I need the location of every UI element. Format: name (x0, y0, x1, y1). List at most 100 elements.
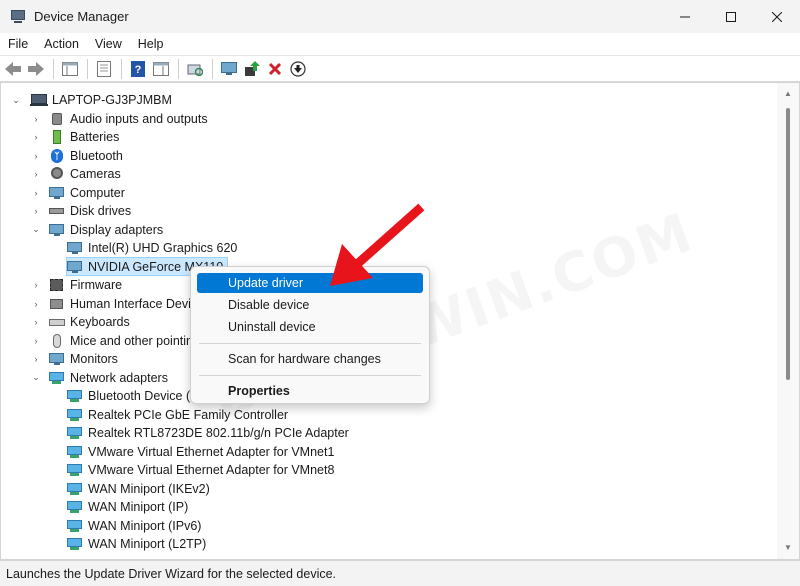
tree-device-intel-graphics[interactable]: Intel(R) UHD Graphics 620 (1, 239, 777, 258)
menu-bar: File Action View Help (0, 33, 800, 55)
tree-category-cameras[interactable]: › Cameras (1, 165, 777, 184)
battery-icon (49, 130, 65, 145)
chevron-down-icon[interactable]: ⌄ (11, 95, 21, 106)
firmware-icon (49, 278, 65, 292)
hid-icon (49, 297, 65, 311)
tree-device-network[interactable]: WAN Miniport (IP) (1, 498, 777, 517)
toolbar-separator (178, 58, 179, 79)
download-button[interactable] (287, 58, 309, 80)
category-label: Monitors (70, 352, 118, 367)
status-bar: Launches the Update Driver Wizard for th… (0, 560, 800, 586)
scroll-down-icon[interactable]: ▼ (782, 543, 794, 553)
category-label: Cameras (70, 167, 121, 182)
device-manager-icon (10, 9, 26, 24)
chevron-right-icon[interactable]: › (31, 336, 41, 346)
chevron-down-icon[interactable]: ⌄ (31, 372, 41, 383)
status-text: Launches the Update Driver Wizard for th… (6, 566, 337, 581)
tree-device-network[interactable]: Realtek RTL8723DE 802.11b/g/n PCIe Adapt… (1, 424, 777, 443)
network-adapter-icon (67, 408, 83, 422)
console-tree-icon (62, 61, 78, 76)
tree-device-network[interactable]: VMware Virtual Ethernet Adapter for VMne… (1, 443, 777, 462)
toolbar: ? (0, 55, 800, 82)
chevron-right-icon[interactable]: › (31, 317, 41, 327)
tree-category-disk-drives[interactable]: › Disk drives (1, 202, 777, 221)
menu-help[interactable]: Help (130, 37, 172, 51)
category-label: Display adapters (70, 222, 164, 237)
chevron-right-icon[interactable]: › (31, 299, 41, 309)
keyboard-icon (49, 315, 65, 329)
category-label: Mice and other pointin (70, 333, 193, 348)
context-menu: Update driver Disable device Uninstall d… (190, 266, 430, 404)
tree-category-computer[interactable]: › Computer (1, 184, 777, 203)
update-driver-toolbar-button[interactable] (241, 58, 263, 80)
category-label: Human Interface Devic (70, 296, 198, 311)
menu-disable-device[interactable]: Disable device (197, 295, 423, 315)
tree-device-network[interactable]: WAN Miniport (L2TP) (1, 535, 777, 554)
maximize-button[interactable] (708, 0, 754, 33)
menu-action[interactable]: Action (36, 37, 87, 51)
network-adapter-icon (67, 519, 83, 533)
monitor-button[interactable] (218, 58, 240, 80)
tree-device-network[interactable]: WAN Miniport (IKEv2) (1, 480, 777, 499)
update-driver-icon (245, 60, 260, 76)
chevron-right-icon[interactable]: › (31, 188, 41, 198)
category-label: Network adapters (70, 370, 168, 385)
category-label: Batteries (70, 130, 120, 145)
bluetooth-icon: ᛉ (49, 148, 65, 163)
properties-button[interactable] (93, 58, 115, 80)
chevron-right-icon[interactable]: › (31, 354, 41, 364)
tree-category-audio[interactable]: › Audio inputs and outputs (1, 110, 777, 129)
scroll-up-icon[interactable]: ▲ (782, 89, 794, 99)
scrollbar-thumb[interactable] (786, 108, 790, 380)
monitor-icon (221, 61, 237, 75)
minimize-button[interactable] (662, 0, 708, 33)
chevron-right-icon[interactable]: › (31, 169, 41, 179)
computer-icon (49, 186, 65, 200)
menu-separator (199, 343, 421, 344)
menu-view[interactable]: View (87, 37, 130, 51)
tree-device-network[interactable]: Realtek PCIe GbE Family Controller (1, 406, 777, 425)
network-adapter-icon (67, 426, 83, 440)
chevron-right-icon[interactable]: › (31, 151, 41, 161)
tree-category-batteries[interactable]: › Batteries (1, 128, 777, 147)
mouse-icon (49, 333, 65, 348)
forward-button[interactable] (25, 58, 47, 80)
menu-file[interactable]: File (0, 37, 36, 51)
laptop-icon (30, 93, 48, 107)
tree-device-network[interactable]: VMware Virtual Ethernet Adapter for VMne… (1, 461, 777, 480)
menu-properties[interactable]: Properties (197, 381, 423, 401)
vertical-scrollbar[interactable]: ▲ ▼ (777, 83, 799, 559)
action-pane-button[interactable] (150, 58, 172, 80)
camera-icon (49, 167, 65, 181)
category-label: Disk drives (70, 204, 132, 219)
tree-category-bluetooth[interactable]: › ᛉ Bluetooth (1, 147, 777, 166)
tree-root[interactable]: ⌄ LAPTOP-GJ3PJMBM (1, 91, 777, 110)
uninstall-icon (268, 62, 282, 75)
display-adapter-icon (49, 223, 65, 237)
tree-category-display-adapters[interactable]: ⌄ Display adapters (1, 221, 777, 240)
tree-device-network[interactable]: WAN Miniport (IPv6) (1, 517, 777, 536)
device-label: Realtek PCIe GbE Family Controller (88, 407, 289, 422)
chevron-down-icon[interactable]: ⌄ (31, 224, 41, 235)
scan-hardware-button[interactable] (184, 58, 206, 80)
chevron-right-icon[interactable]: › (31, 280, 41, 290)
category-label: Keyboards (70, 315, 130, 330)
menu-update-driver[interactable]: Update driver (197, 273, 423, 293)
device-label: WAN Miniport (IKEv2) (88, 481, 210, 496)
toolbar-separator (212, 58, 213, 79)
toolbar-separator (121, 58, 122, 79)
chevron-right-icon[interactable]: › (31, 132, 41, 142)
monitor-icon (49, 352, 65, 366)
console-tree-button[interactable] (59, 58, 81, 80)
uninstall-button[interactable] (264, 58, 286, 80)
menu-scan-hardware[interactable]: Scan for hardware changes (197, 349, 423, 369)
speaker-icon (49, 112, 65, 126)
chevron-right-icon[interactable]: › (31, 114, 41, 124)
properties-icon (97, 60, 111, 77)
tree-root-label: LAPTOP-GJ3PJMBM (52, 93, 172, 108)
back-button[interactable] (2, 58, 24, 80)
help-button[interactable]: ? (127, 58, 149, 80)
chevron-right-icon[interactable]: › (31, 206, 41, 216)
close-button[interactable] (754, 0, 800, 33)
menu-uninstall-device[interactable]: Uninstall device (197, 317, 423, 337)
